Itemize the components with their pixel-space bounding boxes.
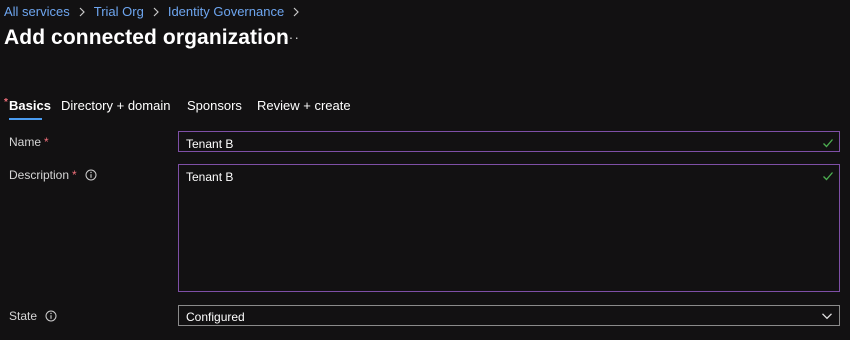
state-selected-value: Configured bbox=[186, 310, 245, 324]
state-label: State bbox=[9, 309, 57, 323]
breadcrumb-trial-org[interactable]: Trial Org bbox=[94, 4, 144, 19]
description-label-text: Description bbox=[9, 168, 70, 182]
chevron-right-icon bbox=[289, 5, 303, 19]
name-field[interactable]: Tenant B bbox=[178, 131, 840, 152]
tab-basics[interactable]: * Basics bbox=[4, 97, 51, 113]
chevron-right-icon bbox=[149, 5, 163, 19]
description-value: Tenant B bbox=[186, 170, 234, 184]
checkmark-icon bbox=[822, 170, 834, 182]
state-dropdown[interactable]: Configured bbox=[178, 305, 840, 326]
more-options-button[interactable]: ··· bbox=[283, 30, 299, 46]
required-indicator: * bbox=[44, 135, 49, 149]
name-value: Tenant B bbox=[186, 137, 234, 151]
state-label-text: State bbox=[9, 309, 38, 323]
info-icon[interactable] bbox=[45, 310, 57, 322]
info-icon[interactable] bbox=[85, 169, 97, 181]
description-field[interactable]: Tenant B bbox=[178, 164, 840, 292]
chevron-right-icon bbox=[75, 5, 89, 19]
name-label: Name * bbox=[9, 135, 49, 149]
active-tab-indicator bbox=[9, 118, 42, 120]
required-indicator: * bbox=[72, 168, 77, 182]
breadcrumb: All services Trial Org Identity Governan… bbox=[4, 4, 308, 19]
description-label: Description * bbox=[9, 168, 97, 182]
breadcrumb-all-services[interactable]: All services bbox=[4, 4, 70, 19]
name-label-text: Name bbox=[9, 135, 42, 149]
tab-basics-label: Basics bbox=[9, 98, 51, 113]
breadcrumb-identity-governance[interactable]: Identity Governance bbox=[168, 4, 284, 19]
tab-review-create[interactable]: Review + create bbox=[257, 98, 351, 113]
required-indicator: * bbox=[4, 97, 8, 108]
chevron-down-icon bbox=[821, 310, 833, 322]
checkmark-icon bbox=[822, 137, 834, 149]
tab-sponsors[interactable]: Sponsors bbox=[187, 98, 242, 113]
page: All services Trial Org Identity Governan… bbox=[0, 0, 850, 340]
tab-directory-domain[interactable]: Directory + domain bbox=[61, 98, 170, 113]
page-title: Add connected organization bbox=[4, 26, 289, 49]
tab-bar: * Basics Directory + domain Sponsors Rev… bbox=[0, 97, 850, 122]
